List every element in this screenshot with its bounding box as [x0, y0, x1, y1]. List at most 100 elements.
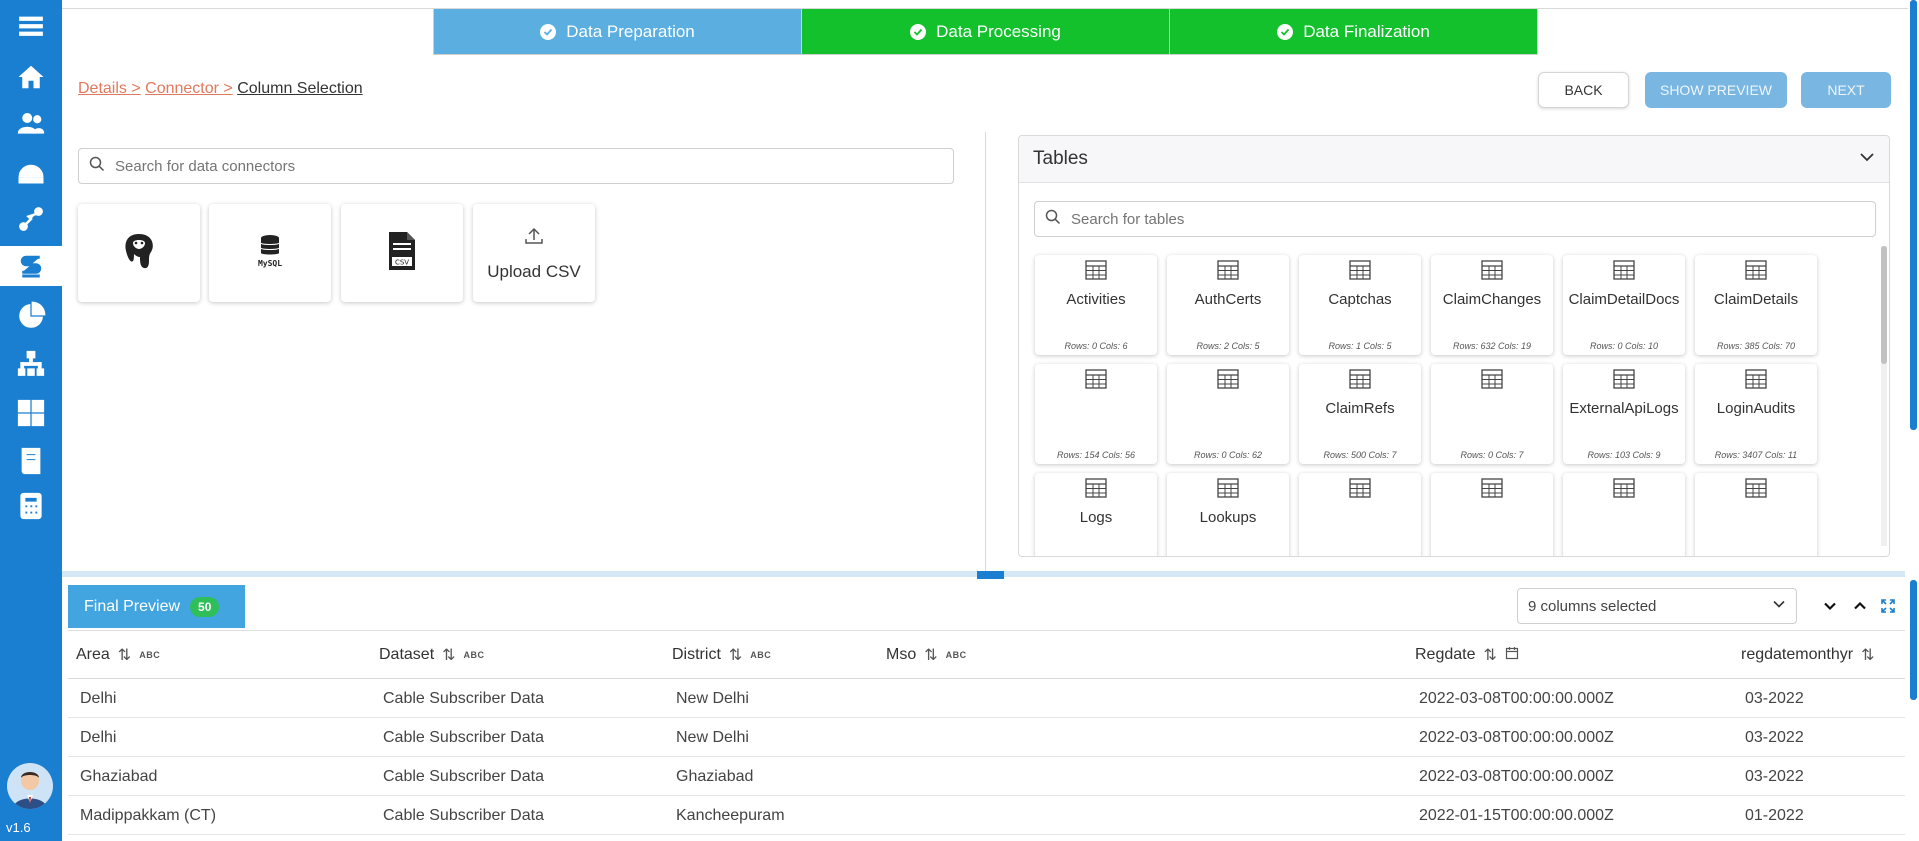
sort-icon[interactable]: ⇅ — [729, 645, 742, 665]
table-card[interactable]: Rows: 0 Cols: 7 — [1431, 364, 1553, 464]
table-name: AuthCerts — [1194, 291, 1262, 308]
sort-icon[interactable]: ⇅ — [1861, 645, 1874, 665]
table-name: ClaimDetails — [1713, 291, 1799, 308]
sort-icon[interactable]: ⇅ — [442, 645, 455, 665]
column-header-dataset[interactable]: Dataset ⇅ ABC — [379, 631, 485, 679]
table-meta: Rows: 0 Cols: 6 — [1064, 341, 1128, 351]
top-bar — [62, 0, 1919, 9]
table-card[interactable]: Captchas Rows: 1 Cols: 5 — [1299, 255, 1421, 355]
grid-icon[interactable] — [0, 393, 62, 433]
breadcrumb-connector[interactable]: Connector > — [145, 80, 233, 97]
table-card[interactable] — [1695, 473, 1817, 556]
page-scrollbar[interactable] — [1908, 0, 1919, 841]
table-card[interactable] — [1563, 473, 1685, 556]
avatar[interactable] — [7, 763, 53, 809]
table-cell: Cable Subscriber Data — [383, 767, 544, 785]
table-icon — [1349, 478, 1371, 503]
table-card[interactable]: ClaimRefs Rows: 500 Cols: 7 — [1299, 364, 1421, 464]
column-header-district[interactable]: District ⇅ ABC — [672, 631, 771, 679]
tables-scrollbar-thumb[interactable] — [1881, 246, 1887, 364]
table-card[interactable]: ExternalApiLogs Rows: 103 Cols: 9 — [1563, 364, 1685, 464]
calculator-icon[interactable] — [0, 486, 62, 526]
table-row[interactable]: Madippakkam (CT) Cable Subscriber Data Kan… — [68, 796, 1905, 835]
expand-up-icon[interactable] — [1849, 594, 1871, 618]
table-name: Activities — [1066, 291, 1126, 308]
column-header-regdate[interactable]: Regdate ⇅ — [1415, 631, 1519, 679]
splitter-handle[interactable] — [977, 571, 1004, 579]
table-card[interactable]: Rows: 0 Cols: 62 — [1167, 364, 1289, 464]
column-header-regdatemonthyr[interactable]: regdatemonthyr ⇅ — [1741, 631, 1874, 679]
fullscreen-icon[interactable] — [1877, 594, 1899, 618]
table-name: Logs — [1079, 509, 1113, 526]
table-card[interactable]: ClaimChanges Rows: 632 Cols: 19 — [1431, 255, 1553, 355]
step-data-processing[interactable]: Data Processing — [802, 9, 1170, 54]
connector-search — [78, 148, 954, 184]
grid-header: Area ⇅ ABC Dataset ⇅ ABC District ⇅ ABC … — [68, 631, 1905, 679]
connector-postgresql[interactable] — [78, 204, 200, 302]
table-icon — [1349, 260, 1371, 285]
show-preview-button[interactable]: SHOW PREVIEW — [1645, 72, 1787, 108]
back-button[interactable]: BACK — [1538, 72, 1629, 108]
table-cell: Cable Subscriber Data — [383, 689, 544, 707]
table-card[interactable]: Rows: 154 Cols: 56 — [1035, 364, 1157, 464]
columns-select[interactable]: 9 columns selected — [1517, 588, 1797, 624]
table-card[interactable]: Activities Rows: 0 Cols: 6 — [1035, 255, 1157, 355]
table-card[interactable] — [1431, 473, 1553, 556]
chevron-down-icon[interactable] — [1859, 149, 1875, 170]
page-scrollbar-thumb[interactable] — [1910, 0, 1917, 430]
tables-search-input[interactable] — [1071, 210, 1875, 228]
sort-icon[interactable]: ⇅ — [118, 645, 131, 665]
breadcrumb-current: Column Selection — [237, 80, 363, 97]
menu-icon[interactable] — [0, 6, 62, 46]
table-cell: New Delhi — [676, 689, 749, 707]
table-icon — [1613, 260, 1635, 285]
sidebar: v1.6 — [0, 0, 62, 841]
table-name: Captchas — [1328, 291, 1392, 308]
connector-csv[interactable]: CSV — [341, 204, 463, 302]
text-type-icon: ABC — [750, 650, 772, 660]
table-name: Lookups — [1199, 509, 1257, 526]
connector-mysql[interactable]: MySQL — [209, 204, 331, 302]
sort-icon[interactable]: ⇅ — [924, 645, 937, 665]
connector-upload-csv[interactable]: Upload CSV — [473, 204, 595, 302]
table-card[interactable]: LoginAudits Rows: 3407 Cols: 11 — [1695, 364, 1817, 464]
workflow-icon[interactable] — [0, 199, 62, 239]
table-row[interactable]: Ghaziabad Cable Subscriber Data Ghaziabad 2… — [68, 757, 1905, 796]
table-cell: Madippakkam (CT) — [80, 806, 217, 824]
table-row[interactable]: Delhi Cable Subscriber Data New Delhi 2022-… — [68, 718, 1905, 757]
table-cell: Ghaziabad — [80, 767, 158, 785]
table-row[interactable]: Delhi Cable Subscriber Data New Delhi 2022-… — [68, 679, 1905, 718]
data-studio-icon[interactable] — [0, 246, 62, 286]
preview-scrollbar-thumb[interactable] — [1910, 580, 1917, 700]
tables-search — [1034, 201, 1876, 237]
svg-text:CSV: CSV — [395, 258, 409, 266]
step-data-finalization[interactable]: Data Finalization — [1170, 9, 1537, 54]
final-preview-tab[interactable]: Final Preview 50 — [68, 585, 245, 628]
dashboard-icon[interactable] — [0, 151, 62, 191]
hierarchy-icon[interactable] — [0, 344, 62, 384]
table-card[interactable]: ClaimDetailDocs Rows: 0 Cols: 10 — [1563, 255, 1685, 355]
next-button[interactable]: NEXT — [1801, 72, 1891, 108]
table-name: ExternalApiLogs — [1569, 400, 1679, 417]
sort-icon[interactable]: ⇅ — [1484, 645, 1497, 665]
table-card[interactable]: Logs — [1035, 473, 1157, 556]
table-card[interactable]: ClaimDetails Rows: 385 Cols: 70 — [1695, 255, 1817, 355]
column-header-mso[interactable]: Mso ⇅ ABC — [886, 631, 967, 679]
collapse-down-icon[interactable] — [1819, 594, 1841, 618]
home-icon[interactable] — [0, 57, 62, 97]
book-icon[interactable] — [0, 441, 62, 481]
column-name: regdatemonthyr — [1741, 646, 1854, 663]
connector-search-input[interactable] — [115, 157, 953, 175]
table-meta: Rows: 0 Cols: 7 — [1460, 450, 1524, 460]
step-data-preparation[interactable]: Data Preparation — [434, 9, 802, 54]
text-type-icon: ABC — [945, 650, 967, 660]
table-card[interactable]: AuthCerts Rows: 2 Cols: 5 — [1167, 255, 1289, 355]
pie-chart-icon[interactable] — [0, 296, 62, 336]
table-card[interactable]: Lookups — [1167, 473, 1289, 556]
breadcrumb-details[interactable]: Details > — [78, 80, 141, 97]
search-icon — [89, 156, 105, 177]
table-card[interactable] — [1299, 473, 1421, 556]
postgresql-icon — [121, 231, 157, 276]
column-header-area[interactable]: Area ⇅ ABC — [76, 631, 160, 679]
users-icon[interactable] — [0, 103, 62, 143]
